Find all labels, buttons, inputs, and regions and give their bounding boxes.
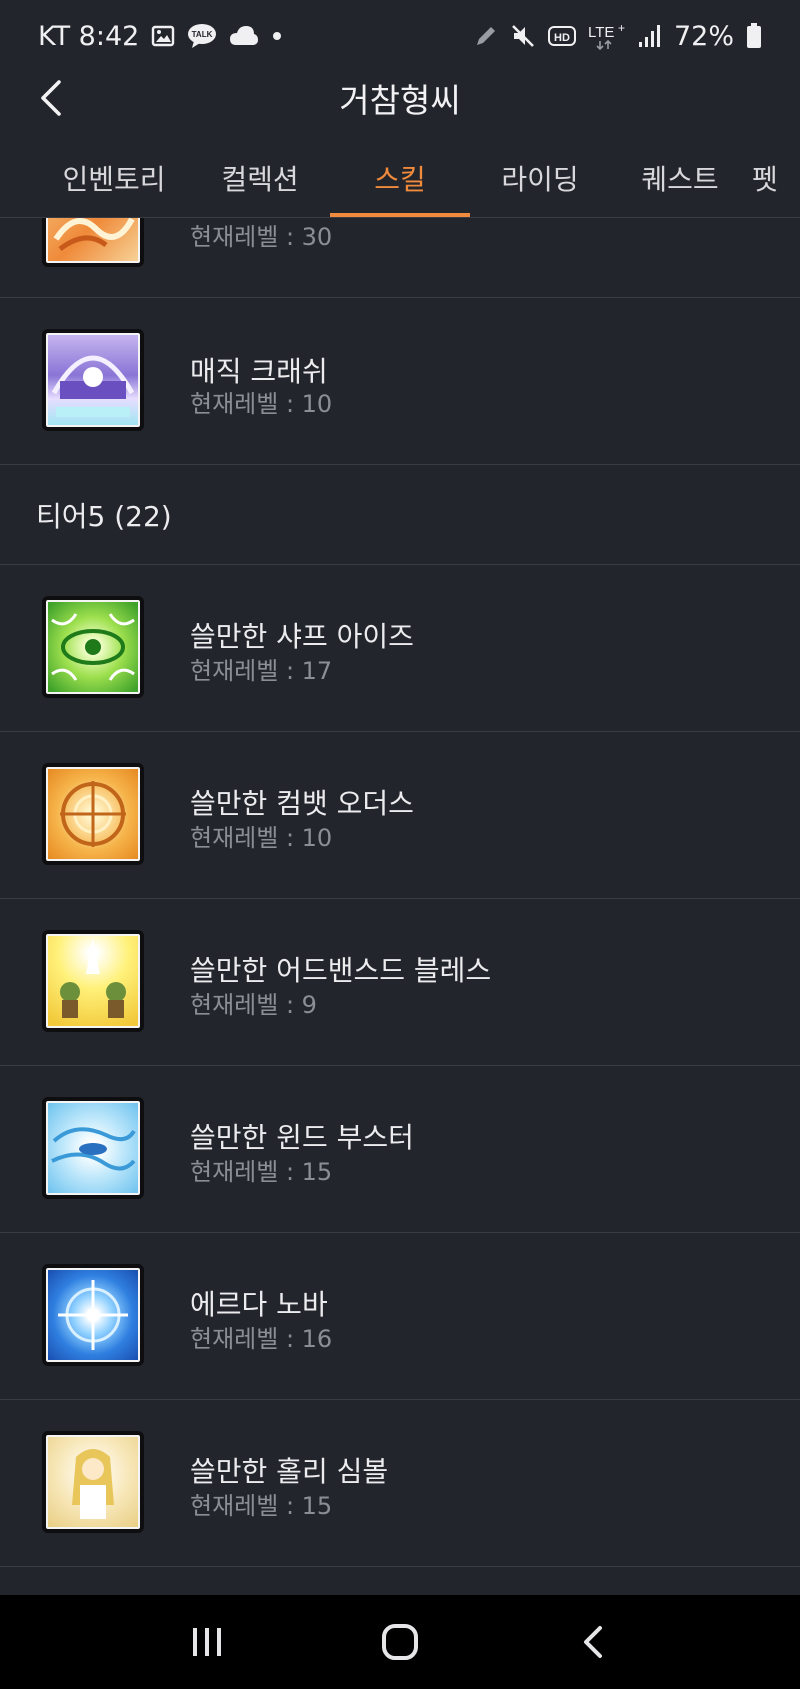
tab-label: 인벤토리 [62, 163, 166, 196]
skill-combat-orders-icon [42, 763, 144, 865]
skill-level: 현재레벨 : 9 [190, 991, 317, 1019]
tab-label: 라이딩 [501, 163, 579, 196]
skill-level: 현재레벨 : 10 [190, 390, 333, 418]
skill-level: 현재레벨 : 10 [190, 824, 333, 852]
mute-icon [510, 23, 536, 49]
svg-text:TALK: TALK [192, 30, 213, 39]
tab-label: 펫 [752, 163, 778, 196]
skill-name: 쓸만한 컴뱃 오더스 [190, 787, 414, 820]
svg-text:HD: HD [554, 32, 570, 44]
skill-magic-crash-icon [42, 329, 144, 431]
battery-icon [746, 23, 762, 49]
skill-row[interactable]: 매직 크래쉬 현재레벨 : 10 [0, 298, 800, 465]
skill-level: 현재레벨 : 15 [190, 1158, 333, 1186]
back-button[interactable] [28, 74, 76, 122]
recent-apps-button[interactable] [177, 1612, 237, 1672]
carrier-time: KT 8:42 [38, 20, 140, 52]
recent-apps-icon [192, 1628, 221, 1656]
kakaotalk-icon: TALK [187, 23, 217, 49]
pen-icon [474, 24, 498, 48]
battery-percent: 72% [673, 20, 734, 52]
svg-text:LTE: LTE [588, 24, 614, 41]
skill-level: 현재레벨 : 15 [190, 1492, 333, 1520]
system-nav-bar [0, 1595, 800, 1689]
skill-level: 현재레벨 : 16 [190, 1325, 333, 1353]
skill-row[interactable]: 쓸만한 홀리 심볼 현재레벨 : 15 [0, 1400, 800, 1567]
skill-name: 쓸만한 윈드 부스터 [190, 1121, 414, 1154]
skill-level: 현재레벨 : 30 [190, 223, 333, 251]
skill-row[interactable]: 에르다 노바 현재레벨 : 16 [0, 1233, 800, 1400]
tab-inventory[interactable]: 인벤토리 [44, 138, 184, 217]
status-bar-left: KT 8:42 TALK [38, 21, 283, 52]
app-header: 거참형씨 [0, 60, 800, 136]
skill-row[interactable]: 현재레벨 : 30 [0, 218, 800, 298]
skill-sharp-eyes-icon [42, 596, 144, 698]
skill-level: 현재레벨 : 17 [190, 657, 333, 685]
cloud-icon [229, 25, 259, 47]
skill-holy-symbol-icon [42, 1431, 144, 1533]
skill-list[interactable]: 현재레벨 : 30 매직 크래쉬 현재레벨 : 10 티어5 (22) 쓸만한 … [0, 218, 800, 1595]
dot-icon [271, 30, 283, 42]
skill-advanced-bless-icon [42, 930, 144, 1032]
skill-row[interactable]: 쓸만한 어드밴스드 블레스 현재레벨 : 9 [0, 899, 800, 1066]
signal-icon [638, 24, 662, 48]
tab-quest[interactable]: 퀘스트 [610, 138, 750, 217]
skill-wind-booster-icon [42, 1097, 144, 1199]
tab-collection[interactable]: 컬렉션 [190, 138, 330, 217]
tab-skill[interactable]: 스킬 [330, 138, 470, 217]
skill-name: 에르다 노바 [190, 1288, 328, 1321]
tab-riding[interactable]: 라이딩 [470, 138, 610, 217]
section-title: 티어5 (22) [36, 500, 172, 533]
tab-label: 스킬 [374, 163, 426, 196]
tab-bar: 인벤토리 컬렉션 스킬 라이딩 퀘스트 펫 [0, 138, 800, 218]
tab-label: 컬렉션 [221, 163, 299, 196]
gallery-icon [151, 24, 175, 48]
skill-row[interactable]: 쓸만한 컴뱃 오더스 현재레벨 : 10 [0, 732, 800, 899]
skill-erda-nova-icon [42, 1264, 144, 1366]
skill-name: 쓸만한 어드밴스드 블레스 [190, 954, 492, 987]
skill-name: 쓸만한 홀리 심볼 [190, 1455, 389, 1488]
hd-icon: HD [547, 25, 576, 47]
page-title: 거참형씨 [339, 81, 461, 120]
tab-pet[interactable]: 펫 [752, 138, 800, 217]
lte-icon: LTE + [588, 21, 626, 51]
skill-fire-icon [42, 218, 144, 267]
tab-label: 퀘스트 [641, 163, 719, 196]
skill-row[interactable]: 쓸만한 윈드 부스터 현재레벨 : 15 [0, 1066, 800, 1233]
chevron-left-icon [41, 80, 61, 116]
status-bar-right: HD LTE + 72% [474, 21, 762, 52]
home-icon [381, 1624, 418, 1660]
system-back-button[interactable] [563, 1612, 623, 1672]
section-header-tier5: 티어5 (22) [0, 466, 800, 565]
skill-row[interactable]: 쓸만한 샤프 아이즈 현재레벨 : 17 [0, 565, 800, 732]
skill-name: 쓸만한 샤프 아이즈 [190, 620, 414, 653]
back-arrow-icon [584, 1626, 603, 1658]
svg-text:+: + [618, 21, 625, 35]
home-button[interactable] [370, 1612, 430, 1672]
